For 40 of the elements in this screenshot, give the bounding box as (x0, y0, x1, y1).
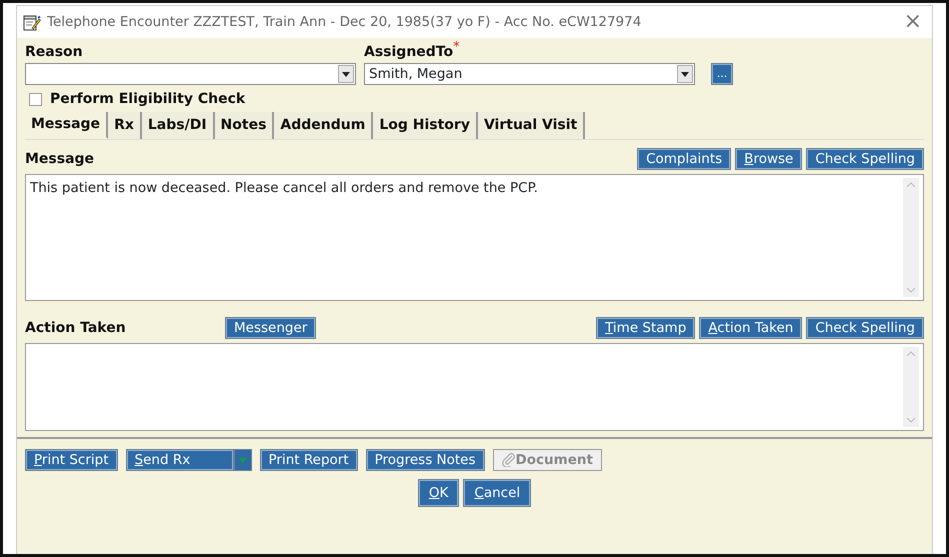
section-label: Action Taken (25, 319, 127, 338)
window-title: Telephone Encounter ZZZTEST, Train Ann - Dec 20, 1985(37 yo F) - Acc No. eCW127974 (47, 12, 642, 32)
scroll-up-icon[interactable] (907, 351, 915, 356)
toolbar-button[interactable]: Browse (735, 148, 802, 170)
scroll-down-icon[interactable] (907, 418, 915, 423)
action-taken-textarea[interactable] (25, 343, 924, 431)
tab[interactable]: Virtual Visit (478, 112, 586, 139)
toolbar-button[interactable]: Time Stamp (596, 317, 696, 339)
footer-button[interactable]: Progress Notes (366, 449, 485, 471)
required-mark: * (453, 40, 460, 55)
tab[interactable]: Labs/DI (142, 112, 215, 139)
toolbar-button[interactable]: Action Taken (699, 317, 802, 339)
message-textarea[interactable]: This patient is now deceased. Please cancel all orders and remove the PCP. (25, 174, 924, 301)
tab[interactable]: Rx (108, 112, 142, 139)
paperclip-icon (502, 453, 516, 468)
field-label: AssignedTo (364, 44, 454, 60)
checkbox-label: Perform Eligibility Check (50, 90, 246, 109)
send-rx-button[interactable]: Send Rx (126, 449, 234, 471)
dialog-button[interactable]: Cancel (463, 479, 532, 507)
notepad-icon (23, 13, 41, 31)
assigned-to-dropdown[interactable]: Smith, Megan (364, 63, 695, 85)
messenger-button[interactable]: Messenger (225, 317, 316, 339)
tab[interactable]: Notes (214, 112, 274, 139)
close-button[interactable]: × (900, 11, 926, 33)
tab[interactable]: Addendum (274, 112, 374, 139)
dialog-button[interactable]: OK (418, 479, 460, 507)
scrollbar[interactable] (903, 178, 919, 297)
footer-button[interactable]: Print Report (260, 449, 358, 471)
tab[interactable]: Log History (373, 112, 478, 139)
toolbar-button[interactable]: Check Spelling (806, 148, 924, 170)
scroll-up-icon[interactable] (907, 182, 915, 187)
browse-button[interactable]: ... (711, 63, 733, 85)
checkbox[interactable] (29, 93, 42, 106)
toolbar-button[interactable]: Check Spelling (806, 317, 924, 339)
section-label: Message (25, 150, 94, 169)
scrollbar[interactable] (903, 347, 919, 427)
scroll-down-icon[interactable] (907, 288, 915, 293)
field-label: Reason (25, 44, 83, 60)
footer-button[interactable]: Print Script (25, 449, 118, 471)
toolbar-button[interactable]: Complaints (637, 148, 732, 170)
